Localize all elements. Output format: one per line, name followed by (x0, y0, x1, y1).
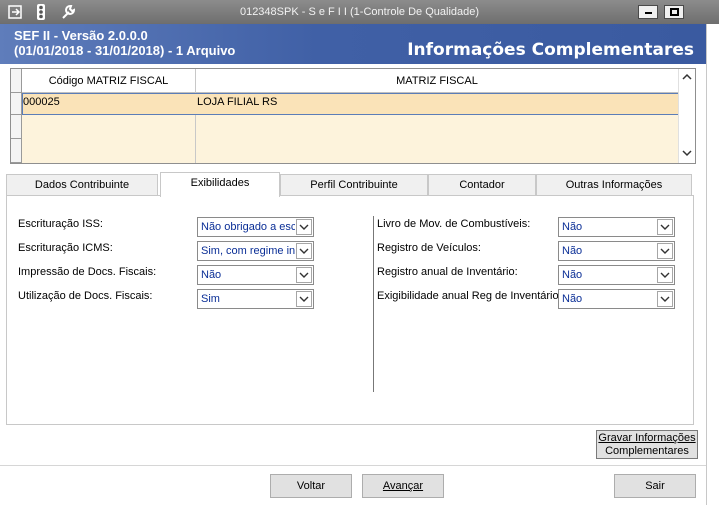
chevron-down-icon[interactable] (657, 291, 673, 307)
tab-outras-informacoes[interactable]: Outras Informações (536, 174, 692, 196)
label-utilizacao-docs: Utilização de Docs. Fiscais: (18, 290, 153, 302)
row-indicator-empty (11, 139, 22, 163)
minimize-icon (645, 12, 652, 14)
label-escrituracao-iss: Escrituração ISS: (18, 218, 103, 230)
select-exigibilidade-inventario[interactable]: Não (558, 289, 675, 309)
save-button-line2: Complementares (605, 445, 689, 457)
save-complementary-button[interactable]: Gravar Informações Complementares (596, 430, 698, 459)
select-registro-veiculos[interactable]: Não (558, 241, 675, 261)
chevron-down-icon[interactable] (296, 291, 312, 307)
label-registro-veiculos: Registro de Veículos: (377, 242, 481, 254)
grid-corner (11, 69, 22, 93)
row-indicator-empty (11, 115, 22, 139)
cell-matriz: LOJA FILIAL RS (197, 96, 278, 108)
exibilidades-panel: Escrituração ISS: Não obrigado a escritu… (6, 195, 694, 425)
chevron-down-icon[interactable] (296, 219, 312, 235)
scroll-up-icon[interactable] (682, 73, 692, 83)
footer-divider (0, 465, 706, 466)
grid-empty-area (22, 115, 679, 163)
label-registro-inventario: Registro anual de Inventário: (377, 266, 518, 278)
select-escrituracao-icms[interactable]: Sim, com regime integral (197, 241, 314, 261)
section-title: Informações Complementares (407, 40, 694, 60)
tab-perfil-contribuinte[interactable]: Perfil Contribuinte (280, 174, 428, 196)
chevron-down-icon[interactable] (657, 267, 673, 283)
minimize-button[interactable] (638, 5, 658, 19)
app-header: SEF II - Versão 2.0.0.0 (01/01/2018 - 31… (0, 24, 706, 64)
next-button[interactable]: Avançar (362, 474, 444, 498)
chevron-down-icon[interactable] (296, 243, 312, 259)
select-livro-combustiveis[interactable]: Não (558, 217, 675, 237)
scroll-down-icon[interactable] (682, 149, 692, 159)
select-registro-inventario[interactable]: Não (558, 265, 675, 285)
table-row[interactable]: 000025 LOJA FILIAL RS (22, 93, 679, 115)
column-divider (373, 216, 374, 392)
maximize-button[interactable] (664, 5, 684, 19)
tab-strip: Dados Contribuinte Exibilidades Perfil C… (6, 172, 694, 197)
chevron-down-icon[interactable] (657, 243, 673, 259)
window-right-edge (706, 24, 719, 505)
label-impressao-docs: Impressão de Docs. Fiscais: (18, 266, 157, 278)
version-label: SEF II - Versão 2.0.0.0 (14, 28, 148, 43)
exit-button[interactable]: Sair (614, 474, 696, 498)
label-livro-combustiveis: Livro de Mov. de Combustíveis: (377, 218, 531, 230)
window-title: 012348SPK - S e F I I (1-Controle De Qua… (239, 6, 480, 18)
tab-contador[interactable]: Contador (428, 174, 536, 196)
period-label: (01/01/2018 - 31/01/2018) - 1 Arquivo (14, 43, 236, 58)
label-escrituracao-icms: Escrituração ICMS: (18, 242, 113, 254)
maximize-icon (670, 8, 679, 16)
row-indicator[interactable] (11, 93, 22, 115)
select-escrituracao-iss[interactable]: Não obrigado a escrituração (197, 217, 314, 237)
column-divider-lower (195, 115, 196, 163)
select-utilizacao-docs[interactable]: Sim (197, 289, 314, 309)
column-header-matriz[interactable]: MATRIZ FISCAL (195, 69, 679, 93)
column-header-codigo[interactable]: Código MATRIZ FISCAL (22, 69, 195, 93)
chevron-down-icon[interactable] (657, 219, 673, 235)
matriz-fiscal-grid[interactable]: Código MATRIZ FISCAL MATRIZ FISCAL 00002… (10, 68, 696, 164)
select-impressao-docs[interactable]: Não (197, 265, 314, 285)
tab-exibilidades[interactable]: Exibilidades (160, 172, 280, 197)
save-button-line1: Gravar Informações (598, 432, 696, 444)
back-button[interactable]: Voltar (270, 474, 352, 498)
label-exigibilidade-inventario: Exigibilidade anual Reg de Inventário: (377, 290, 562, 302)
grid-scrollbar[interactable] (678, 69, 695, 163)
tab-dados-contribuinte[interactable]: Dados Contribuinte (6, 174, 158, 196)
chevron-down-icon[interactable] (296, 267, 312, 283)
cell-codigo: 000025 (23, 96, 60, 108)
window-titlebar: 012348SPK - S e F I I (1-Controle De Qua… (0, 0, 719, 24)
